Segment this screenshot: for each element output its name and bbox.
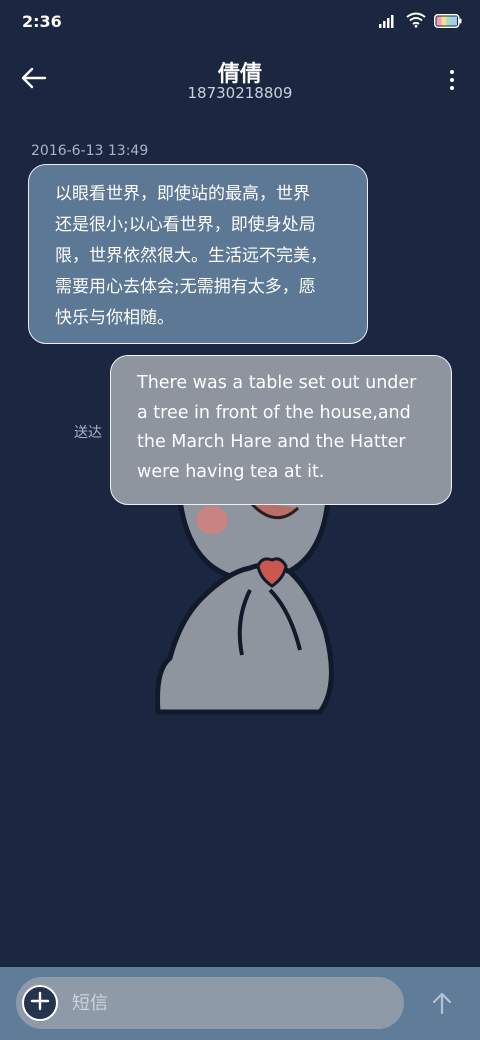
- send-arrow-icon: [431, 991, 453, 1019]
- composer-bar: [0, 967, 480, 1040]
- message-line: There was a table set out under: [137, 373, 417, 393]
- battery-icon: [434, 13, 462, 32]
- more-dot: [450, 86, 454, 90]
- message-line: were having tea at it.: [137, 461, 325, 482]
- status-time: 2:36: [22, 12, 62, 31]
- message-line: 还是很小;以心看世界，即使身处局: [55, 215, 316, 235]
- more-options-button[interactable]: [444, 64, 460, 96]
- status-icons: [378, 12, 462, 32]
- outgoing-message-bubble[interactable]: There was a table set out under a tree i…: [110, 355, 452, 505]
- cartoon-sticker-icon[interactable]: [150, 480, 340, 720]
- message-line: the March Hare and the Hatter: [137, 432, 406, 452]
- status-bar: 2:36: [0, 0, 480, 44]
- more-dot: [450, 78, 454, 82]
- conversation-header: 倩倩 18730218809: [0, 44, 480, 124]
- message-line: a tree in front of the house,and: [137, 402, 411, 423]
- wifi-icon: [406, 12, 426, 32]
- incoming-message-bubble[interactable]: 以眼看世界，即使站的最高，世界 还是很小;以心看世界，即使身处局 限，世界依然很…: [28, 164, 368, 344]
- plus-icon: [30, 991, 50, 1015]
- add-attachment-button[interactable]: [22, 985, 58, 1021]
- send-button[interactable]: [426, 989, 458, 1021]
- more-vertical-icon: [450, 70, 454, 74]
- delivery-status: 送达: [74, 425, 102, 441]
- message-input[interactable]: [72, 989, 382, 1017]
- message-line: 以眼看世界，即使站的最高，世界: [55, 184, 310, 204]
- message-line: 快乐与你相随。: [55, 308, 174, 328]
- message-line: 限，世界依然很大。生活远不完美，: [55, 246, 327, 266]
- message-line: 需要用心去体会;无需拥有太多，愿: [55, 277, 316, 297]
- message-timestamp: 2016-6-13 13:49: [31, 143, 149, 159]
- signal-icon: [378, 13, 398, 32]
- contact-phone-number: 18730218809: [187, 84, 293, 102]
